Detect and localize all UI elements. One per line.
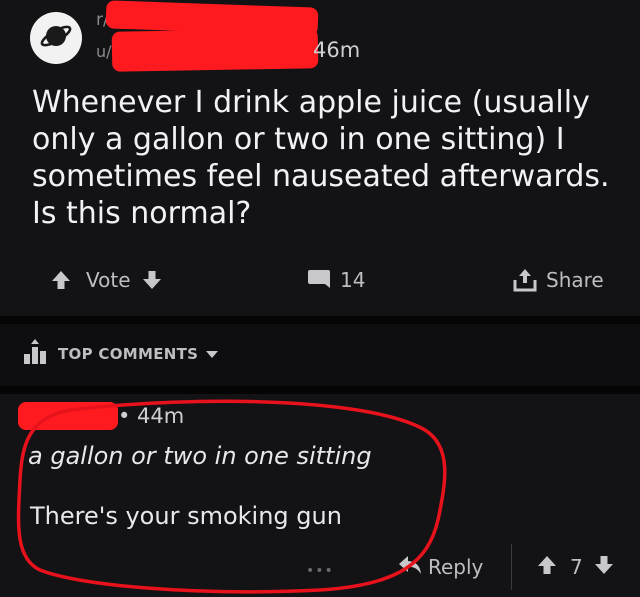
- bar-chart-icon: [22, 338, 48, 370]
- planet-icon: [39, 19, 73, 57]
- comment-card: • 44m a gallon or two in one sitting The…: [0, 394, 640, 597]
- redacted-commenter: [18, 402, 118, 430]
- upvote-icon[interactable]: [536, 554, 558, 581]
- post-title[interactable]: Whenever I drink apple juice (usually on…: [32, 84, 632, 232]
- chevron-down-icon: [206, 345, 219, 363]
- comments-button[interactable]: 14: [306, 262, 365, 298]
- downvote-icon[interactable]: [141, 269, 163, 291]
- downvote-icon[interactable]: [593, 554, 615, 581]
- top-comments-sort[interactable]: TOP COMMENTS: [22, 338, 219, 370]
- share-button[interactable]: Share: [512, 262, 604, 298]
- comment-bubble-icon: [306, 268, 332, 292]
- comment-vote-control: 7: [536, 550, 615, 584]
- divider: [0, 386, 640, 394]
- redacted-username: [111, 28, 319, 72]
- divider: [0, 316, 640, 324]
- upvote-icon[interactable]: [50, 269, 72, 291]
- separator: [511, 544, 512, 590]
- top-comments-label: TOP COMMENTS: [58, 345, 199, 363]
- vote-control: Vote: [50, 262, 163, 298]
- comment-score: 7: [570, 555, 583, 579]
- subreddit-avatar[interactable]: [30, 12, 82, 64]
- share-icon: [512, 267, 538, 293]
- comment-age: • 44m: [118, 404, 185, 428]
- share-label: Share: [546, 268, 604, 292]
- post-age: 46m: [313, 38, 361, 62]
- reply-button[interactable]: Reply: [398, 550, 483, 584]
- post-card: r/ u/ 46m Whenever I drink apple juice (…: [0, 0, 640, 316]
- vote-label: Vote: [86, 268, 131, 292]
- quoted-text: a gallon or two in one sitting: [28, 442, 372, 470]
- comment-body: There's your smoking gun: [30, 502, 342, 530]
- author-username[interactable]: u/: [96, 42, 112, 61]
- reply-label: Reply: [428, 555, 484, 579]
- more-options-icon[interactable]: •••: [306, 563, 334, 579]
- comment-count: 14: [340, 268, 366, 292]
- reply-arrow-icon: [398, 554, 422, 581]
